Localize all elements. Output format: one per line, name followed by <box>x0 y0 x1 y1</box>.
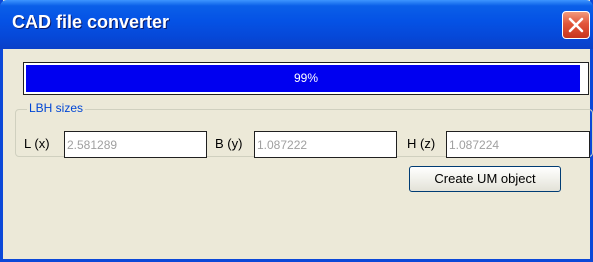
height-field[interactable]: 1.087224 <box>446 131 590 158</box>
progress-bar: 99% <box>23 62 589 95</box>
close-button[interactable] <box>562 11 590 39</box>
height-label: H (z) <box>407 136 436 151</box>
breadth-label: B (y) <box>215 136 243 151</box>
progress-label: 99% <box>293 71 319 85</box>
converter-window: CAD file converter 99% LBH sizes L (x) 2… <box>0 0 593 262</box>
breadth-field[interactable]: 1.087222 <box>254 131 397 158</box>
group-title: LBH sizes <box>27 101 86 115</box>
create-um-object-button[interactable]: Create UM object <box>409 166 561 192</box>
length-field[interactable]: 2.581289 <box>64 131 207 158</box>
window-content: 99% LBH sizes L (x) 2.581289 B (y) 1.087… <box>3 49 593 259</box>
length-label: L (x) <box>24 136 50 151</box>
title-bar[interactable]: CAD file converter <box>0 0 593 49</box>
window-title: CAD file converter <box>12 12 170 32</box>
close-icon <box>568 17 584 33</box>
lbh-sizes-group: LBH sizes L (x) 2.581289 B (y) 1.087222 … <box>15 101 593 158</box>
